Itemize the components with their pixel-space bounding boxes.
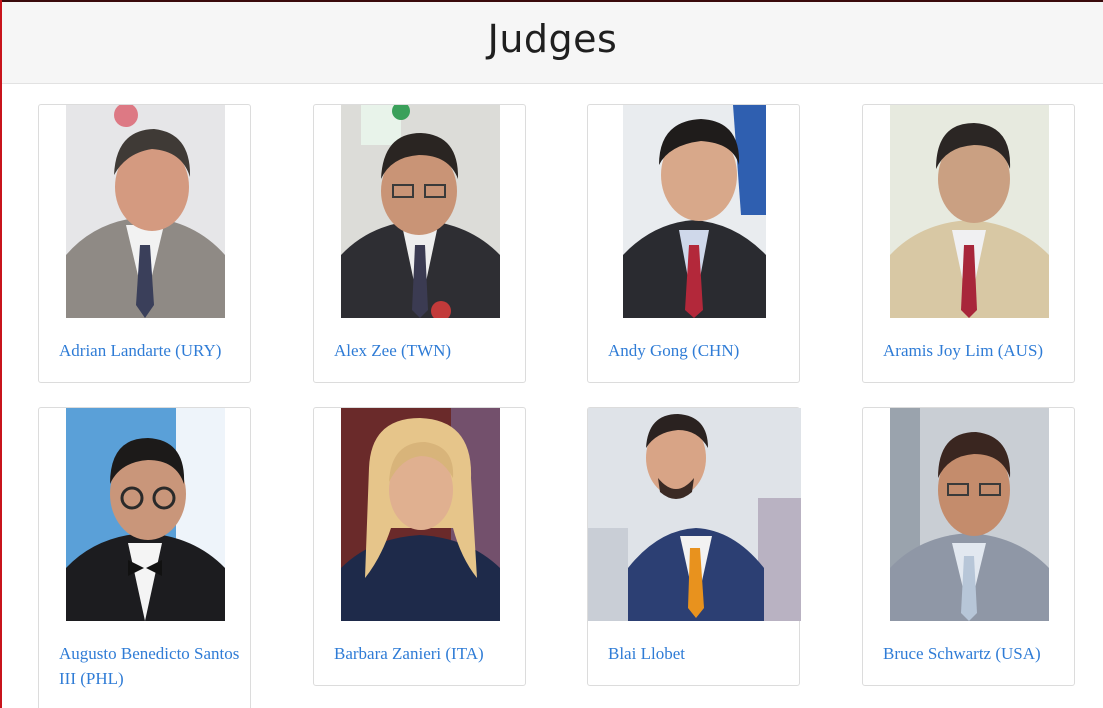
portrait-image: [66, 408, 225, 621]
portrait-image: [588, 408, 801, 621]
portrait-image: [341, 408, 500, 621]
judge-card[interactable]: Blai Llobet: [587, 407, 801, 686]
judge-card[interactable]: Andy Gong (CHN): [587, 104, 800, 383]
judge-name-link[interactable]: Adrian Landarte (URY): [59, 338, 240, 363]
portrait-image: [890, 105, 1049, 318]
judge-name-link[interactable]: Bruce Schwartz (USA): [883, 641, 1064, 666]
judge-photo[interactable]: [66, 408, 225, 621]
judge-photo[interactable]: [890, 105, 1049, 318]
judge-photo[interactable]: [890, 408, 1049, 621]
portrait-image: [890, 408, 1049, 621]
judge-photo[interactable]: [66, 105, 225, 318]
judge-photo[interactable]: [623, 105, 766, 318]
judge-card[interactable]: Aramis Joy Lim (AUS): [862, 104, 1075, 383]
judge-photo[interactable]: [341, 408, 500, 621]
judge-name-link[interactable]: Blai Llobet: [608, 641, 789, 666]
portrait-image: [66, 105, 225, 318]
judge-name-link[interactable]: Alex Zee (TWN): [334, 338, 515, 363]
judge-name-link[interactable]: Augusto Benedicto Santos III (PHL): [59, 641, 240, 691]
portrait-image: [623, 105, 766, 318]
judges-grid: Adrian Landarte (URY) Alex Zee (TWN) And…: [0, 0, 1103, 708]
judge-card[interactable]: Barbara Zanieri (ITA): [313, 407, 526, 686]
judge-card[interactable]: Bruce Schwartz (USA): [862, 407, 1075, 686]
judge-name-link[interactable]: Barbara Zanieri (ITA): [334, 641, 515, 666]
judge-name-link[interactable]: Aramis Joy Lim (AUS): [883, 338, 1064, 363]
judge-card[interactable]: Alex Zee (TWN): [313, 104, 526, 383]
judge-card[interactable]: Adrian Landarte (URY): [38, 104, 251, 383]
judge-card[interactable]: Augusto Benedicto Santos III (PHL): [38, 407, 251, 708]
judge-photo[interactable]: [588, 408, 801, 621]
judge-name-link[interactable]: Andy Gong (CHN): [608, 338, 789, 363]
judge-photo[interactable]: [341, 105, 500, 318]
portrait-image: [341, 105, 500, 318]
